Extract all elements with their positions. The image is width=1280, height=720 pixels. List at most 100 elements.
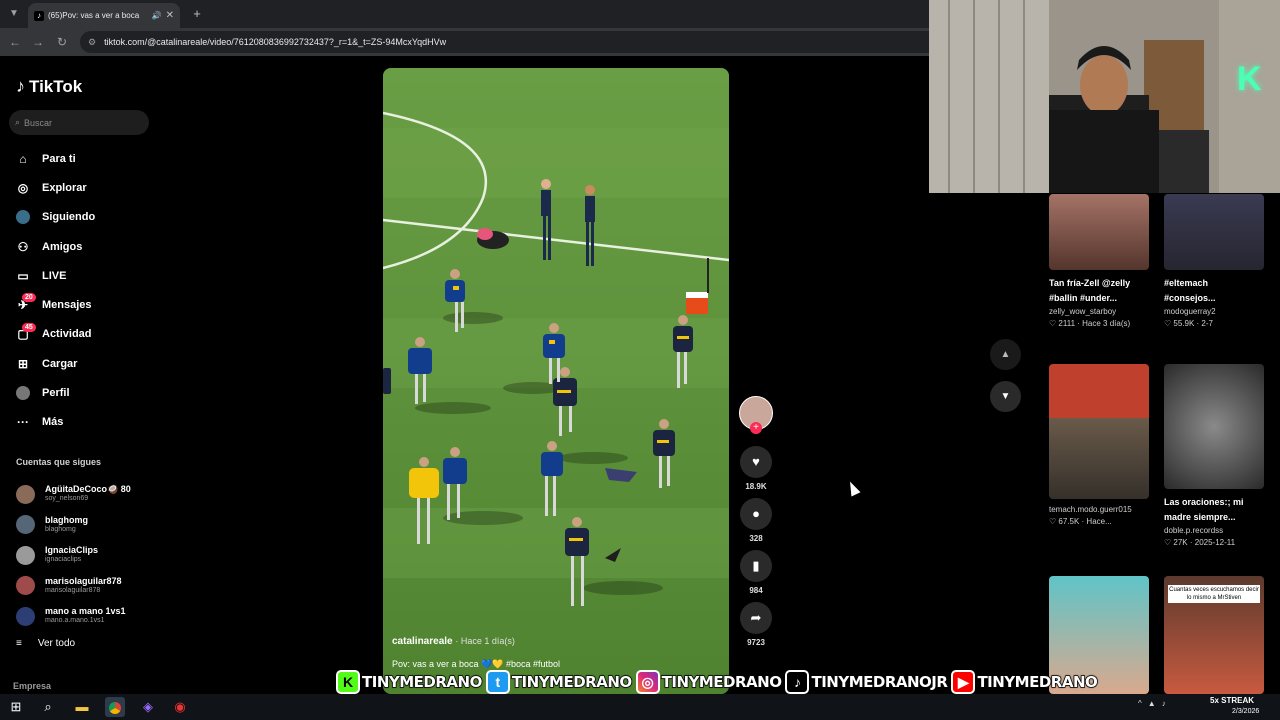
profile-icon bbox=[16, 386, 30, 401]
heart-small-icon: ♡ bbox=[1164, 319, 1172, 328]
video-thumbnail bbox=[1049, 364, 1149, 499]
kick-logo-icon: K bbox=[1237, 60, 1262, 98]
sidebar-item-label: Para ti bbox=[42, 152, 76, 165]
scroll-down-button[interactable]: ▼ bbox=[990, 381, 1021, 412]
recommendations-grid: Tan fría-Zell @zelly #ballin #under... z… bbox=[1049, 194, 1269, 694]
video-player[interactable] bbox=[383, 68, 729, 694]
back-icon[interactable]: ← bbox=[5, 32, 25, 52]
following-handle: soy_nelson69 bbox=[45, 495, 89, 503]
sidebar-item-cargar[interactable]: ⊞ Cargar bbox=[16, 349, 146, 378]
network-icon[interactable]: ▲ bbox=[1148, 699, 1156, 708]
friends-icon: ⚇ bbox=[17, 239, 29, 254]
url-text: tiktok.com/@catalinareale/video/76120808… bbox=[104, 37, 447, 47]
following-handle: blaghomg bbox=[45, 525, 76, 533]
like-button[interactable]: ♥ 18.9K bbox=[740, 446, 772, 491]
heart-small-icon: ♡ bbox=[1049, 319, 1057, 328]
sidebar-item-actividad[interactable]: ▢ 45 Actividad bbox=[16, 320, 146, 349]
instagram-icon: ◎ bbox=[635, 670, 660, 694]
upload-icon: ⊞ bbox=[17, 356, 29, 371]
sidebar-item-label: Cargar bbox=[42, 357, 78, 370]
avatar bbox=[16, 576, 35, 596]
footer-empresa-link[interactable]: Empresa bbox=[13, 681, 51, 691]
tab-title: (65)Pov: vas a ver a boca bbox=[48, 11, 140, 20]
following-item[interactable]: AgüitaDeCoco🥥 80 soy_nelson69 bbox=[16, 479, 146, 510]
handle-text: TINYMEDRANOJR bbox=[811, 672, 949, 692]
comment-button[interactable]: ● 328 bbox=[740, 498, 772, 543]
share-icon: ➦ bbox=[740, 602, 772, 634]
rec-video-card[interactable]: temach.modo.guerr015 ♡ 67.5K · Hace... bbox=[1049, 364, 1149, 526]
rec-video-card[interactable]: Tan fría-Zell @zelly #ballin #under... z… bbox=[1049, 194, 1149, 328]
compass-icon: ◎ bbox=[17, 180, 29, 195]
handle-text: TINYMEDRANO bbox=[361, 672, 483, 692]
sidebar-item-perfil[interactable]: Perfil bbox=[16, 378, 146, 407]
sidebar-item-explorar[interactable]: ◎ Explorar bbox=[16, 173, 146, 202]
sidebar-item-label: Actividad bbox=[42, 328, 92, 341]
video-thumbnail: Cuantas veces escuchamos decir lo mismo … bbox=[1164, 576, 1264, 694]
tab-close-icon[interactable]: ✕ bbox=[166, 10, 174, 21]
rec-meta: ♡ 27K · 2025-12-11 bbox=[1164, 538, 1264, 547]
tiktok-note-icon: ♪ bbox=[16, 76, 25, 96]
messages-badge: 20 bbox=[22, 293, 36, 303]
tray-icon[interactable]: ^ bbox=[1138, 699, 1142, 708]
following-list: AgüitaDeCoco🥥 80 soy_nelson69 blaghomg bla… bbox=[16, 479, 146, 632]
youtube-handle: ▶ TINYMEDRANO bbox=[951, 670, 1101, 694]
obs-icon[interactable]: ◉ bbox=[170, 697, 190, 717]
search-placeholder: Buscar bbox=[24, 117, 53, 128]
chevron-down-icon: ▼ bbox=[1000, 391, 1011, 402]
follow-plus-icon[interactable]: + bbox=[750, 422, 762, 434]
rec-video-card[interactable]: Cuantas veces escuchamos decir lo mismo … bbox=[1164, 576, 1264, 694]
streak-badge: 5x STREAK bbox=[1210, 696, 1255, 705]
sidebar-item-live[interactable]: ▭ LIVE bbox=[16, 261, 146, 290]
taskbar-date[interactable]: 2/3/2026 bbox=[1232, 707, 1259, 717]
rec-title: #eltemach #consejos... bbox=[1164, 278, 1216, 303]
tab-search-icon[interactable]: ▼ bbox=[4, 4, 24, 24]
tiktok-favicon-icon: ♪ bbox=[34, 10, 44, 21]
file-explorer-icon[interactable]: ▬ bbox=[72, 697, 92, 717]
following-item[interactable]: marisolaguilar878 marisolaguilar878 bbox=[16, 571, 146, 602]
browser-tab[interactable]: ♪ (65)Pov: vas a ver a boca 🔊 ✕ bbox=[28, 3, 180, 28]
sidebar-item-amigos[interactable]: ⚇ Amigos bbox=[16, 232, 146, 261]
webcam-feed-image bbox=[929, 0, 1280, 193]
rec-meta-text: 2111 · Hace 3 día(s) bbox=[1058, 319, 1131, 328]
save-button[interactable]: ▮ 984 bbox=[740, 550, 772, 595]
rec-user: zelly_wow_starboy bbox=[1049, 307, 1117, 316]
windows-start-icon[interactable]: ⊞ bbox=[6, 697, 26, 717]
following-item[interactable]: blaghomg blaghomg bbox=[16, 510, 146, 541]
forward-icon[interactable]: → bbox=[28, 32, 48, 52]
see-all-label: Ver todo bbox=[37, 638, 76, 649]
search-taskbar-icon[interactable]: ⌕ bbox=[38, 697, 58, 717]
following-item[interactable]: IgnaciaClips ignaciaclips bbox=[16, 540, 146, 571]
video-author[interactable]: catalinareale · Hace 1 día(s) bbox=[392, 636, 515, 647]
scroll-up-button[interactable]: ▲ bbox=[990, 339, 1021, 370]
new-tab-button[interactable]: + bbox=[188, 5, 206, 23]
sidebar-item-label: LIVE bbox=[42, 269, 67, 282]
search-input[interactable]: ⌕ Buscar bbox=[9, 110, 149, 135]
reload-icon[interactable]: ↻ bbox=[52, 32, 72, 52]
sidebar-item-siguiendo[interactable]: Siguiendo bbox=[16, 203, 146, 232]
tiktok-logo[interactable]: ♪ TikTok bbox=[16, 76, 82, 97]
rec-video-card[interactable]: Las oraciones:; mi madre siempre... dobl… bbox=[1164, 364, 1264, 547]
sidebar-item-mas[interactable]: ··· Más bbox=[16, 408, 146, 437]
site-info-icon[interactable]: ⚙ bbox=[88, 37, 96, 48]
following-item[interactable]: mano a mano 1vs1 mano.a.mano.1vs1 bbox=[16, 601, 146, 632]
discord-icon[interactable]: ◈ bbox=[138, 697, 158, 717]
rec-meta-text: 55.9K · 2-7 bbox=[1173, 319, 1213, 328]
kick-icon: K bbox=[336, 670, 360, 694]
sidebar-item-label: Amigos bbox=[42, 240, 83, 253]
kick-handle: K TINYMEDRANO bbox=[336, 670, 486, 694]
see-all-button[interactable]: ≡ Ver todo bbox=[16, 638, 75, 649]
avatar bbox=[16, 606, 35, 626]
volume-icon[interactable]: ♪ bbox=[1162, 699, 1166, 708]
youtube-icon: ▶ bbox=[951, 670, 976, 694]
sidebar-item-mensajes[interactable]: ✈ 20 Mensajes bbox=[16, 290, 146, 319]
rec-video-card[interactable]: #eltemach #consejos... modoguerray2 ♡ 55… bbox=[1164, 194, 1264, 328]
logo-text: TikTok bbox=[29, 76, 83, 96]
chevron-up-icon: ▲ bbox=[1000, 349, 1011, 360]
share-button[interactable]: ➦ 9723 bbox=[740, 602, 772, 647]
handle-text: TINYMEDRANO bbox=[977, 672, 1099, 692]
chrome-icon[interactable] bbox=[105, 697, 125, 717]
twitter-handle: t TINYMEDRANO bbox=[485, 670, 636, 694]
system-tray: ^ ▲ ♪ bbox=[1138, 699, 1166, 708]
sidebar-item-para-ti[interactable]: ⌂ Para ti bbox=[16, 144, 146, 173]
rec-meta: ♡ 2111 · Hace 3 día(s) bbox=[1049, 319, 1149, 328]
